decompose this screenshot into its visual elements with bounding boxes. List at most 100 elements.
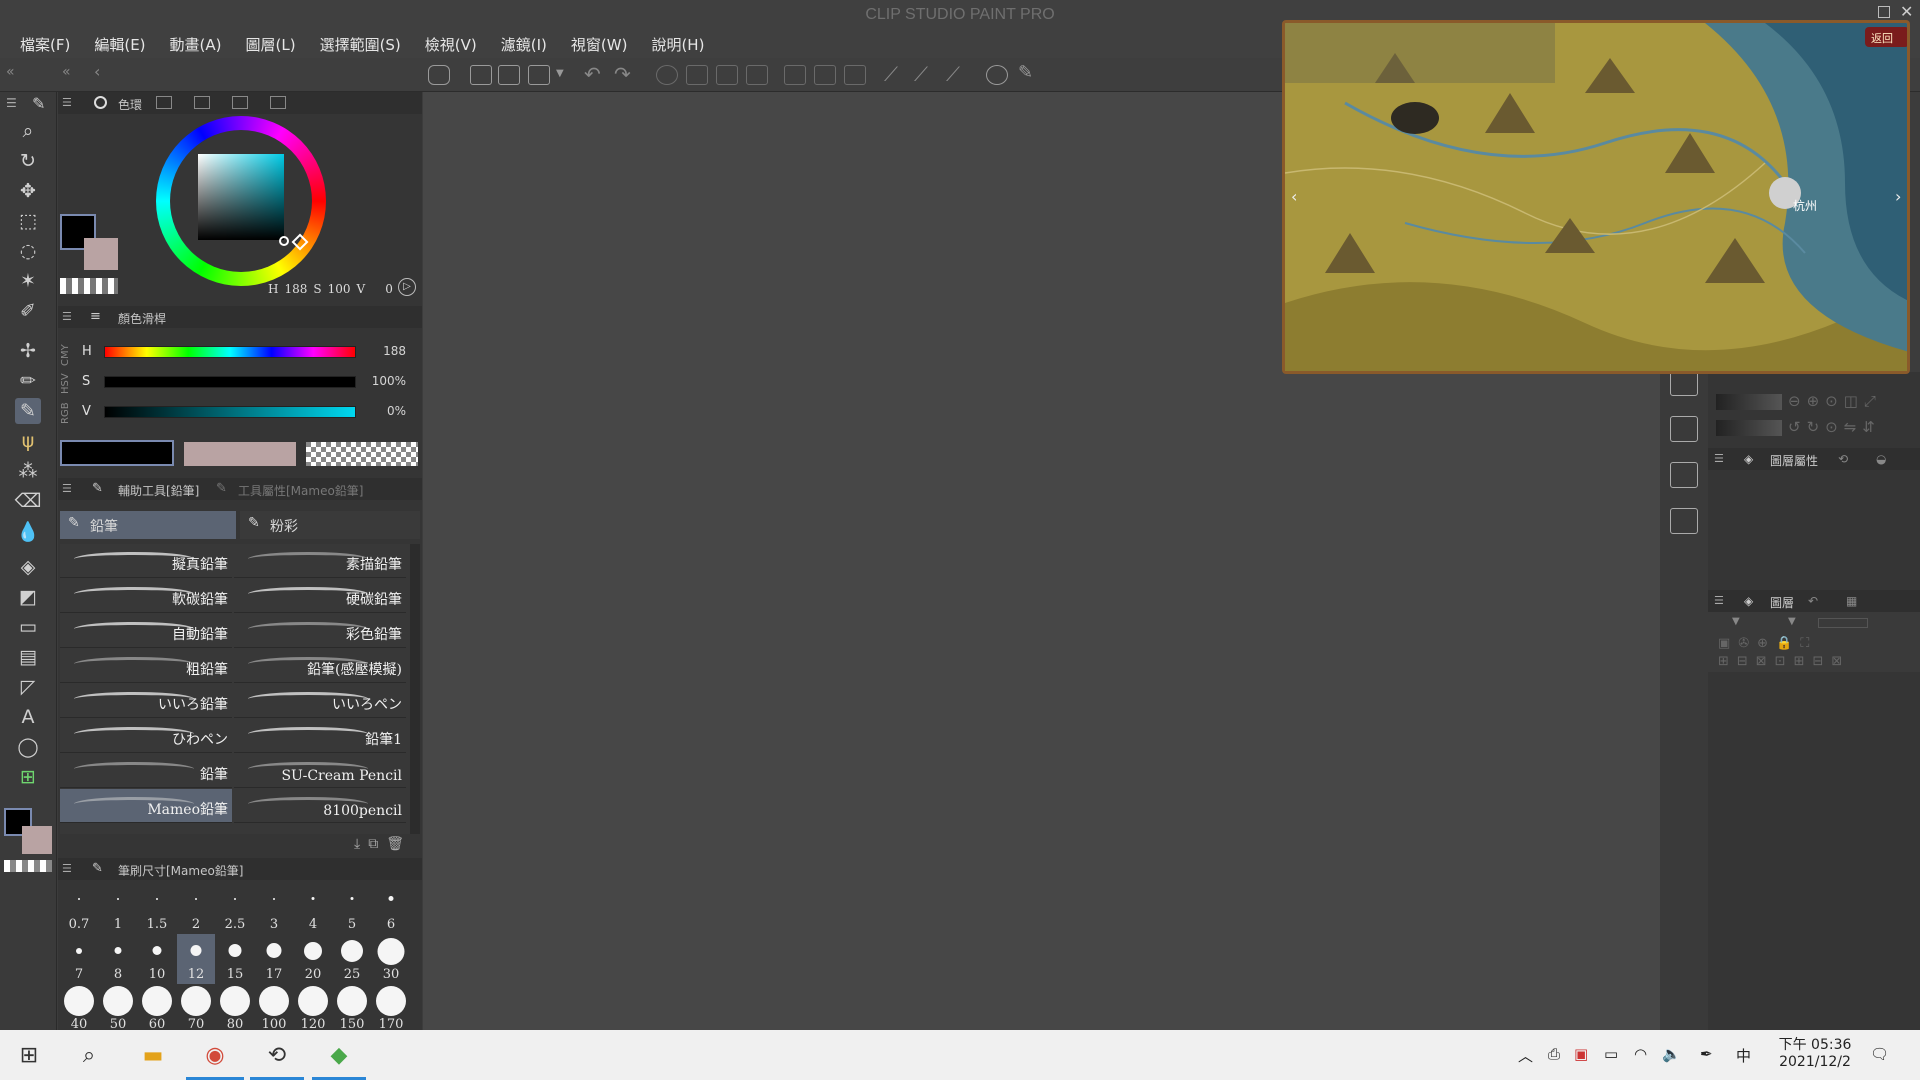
correct-line-icon[interactable]: ⊞ xyxy=(15,764,41,790)
menu-filter[interactable]: 濾鏡(I) xyxy=(489,34,559,55)
size-option[interactable]: 3 xyxy=(255,884,293,934)
brush-icon[interactable]: ψ xyxy=(15,428,41,454)
size-option[interactable]: 2 xyxy=(177,884,215,934)
fill-tool-icon[interactable]: ◈ xyxy=(15,554,41,580)
tab-hsv[interactable]: HSV xyxy=(60,374,76,395)
clip-studio-taskbar-icon[interactable]: ⟲ xyxy=(260,1038,294,1072)
panel-menu-icon[interactable]: ☰ xyxy=(1714,594,1724,607)
sub-tool-tab[interactable]: 輔助工具[鉛筆] xyxy=(118,482,199,499)
layer-tab[interactable]: 圖層 xyxy=(1770,594,1794,611)
brush-item[interactable]: SU-Cream Pencil xyxy=(234,754,406,788)
chevron-down-icon[interactable]: ▼ xyxy=(1788,616,1796,627)
color-wheel-tab[interactable]: 色環 xyxy=(118,96,142,113)
frame-border-icon[interactable]: ▤ xyxy=(15,644,41,670)
chrome-icon[interactable]: ◉ xyxy=(198,1038,232,1072)
size-option[interactable]: 100 xyxy=(255,984,293,1034)
tab-cmy[interactable]: CMY xyxy=(60,344,76,366)
size-option[interactable]: 40 xyxy=(60,984,98,1034)
snap-ruler-icon[interactable]: ⟋ xyxy=(884,62,898,86)
intermediate-color-tab-icon[interactable] xyxy=(194,96,210,109)
airbrush-icon[interactable]: ⁂ xyxy=(15,458,41,484)
menu-animation[interactable]: 動畫(A) xyxy=(158,34,234,55)
game-overlay-window[interactable]: 杭州 返回 ‹ › xyxy=(1282,20,1910,374)
hue-slider[interactable] xyxy=(104,346,356,358)
object-select-icon[interactable]: ⬚ xyxy=(15,208,41,234)
tool-property-tab[interactable]: 工具屬性[Mameo鉛筆] xyxy=(238,482,364,499)
brush-item[interactable]: 素描鉛筆 xyxy=(234,544,406,578)
brush-item-selected[interactable]: Mameo鉛筆 xyxy=(60,789,232,823)
menu-edit[interactable]: 編輯(E) xyxy=(82,34,157,55)
menu-file[interactable]: 檔案(F) xyxy=(8,34,82,55)
duplicate-icon[interactable]: ⧉ xyxy=(368,836,378,852)
size-option[interactable]: 170 xyxy=(372,984,410,1034)
size-option[interactable]: 120 xyxy=(294,984,332,1034)
size-option[interactable]: 20 xyxy=(294,934,332,984)
saturation-slider[interactable] xyxy=(104,376,356,388)
brush-item[interactable]: ひわペン xyxy=(60,719,232,753)
eraser-icon[interactable]: ⌫ xyxy=(15,488,42,514)
brush-item[interactable]: 鉛筆1 xyxy=(234,719,406,753)
bluestacks-icon[interactable]: ◆ xyxy=(322,1038,356,1072)
undo-icon[interactable]: ↶ xyxy=(584,62,601,86)
approximate-color-tab-icon[interactable] xyxy=(232,96,248,109)
material-icon[interactable] xyxy=(1670,508,1698,534)
size-option[interactable]: 50 xyxy=(99,984,137,1034)
windows-start-icon[interactable]: ⊞ xyxy=(12,1038,46,1072)
chevron-down-icon[interactable]: ▼ xyxy=(1732,616,1740,627)
snap-special-ruler-icon[interactable]: ⟋ xyxy=(914,62,928,86)
play-icon[interactable]: ▷ xyxy=(398,278,416,296)
ime-indicator[interactable]: 中 xyxy=(1736,1045,1751,1066)
rotate-controls[interactable]: ↺↻⊙⇋⇵ xyxy=(1788,418,1881,436)
item-bank-icon[interactable] xyxy=(1670,462,1698,488)
marker-icon[interactable]: ✏ xyxy=(15,368,41,394)
magic-wand-icon[interactable]: ✶ xyxy=(15,268,41,294)
gradient-icon[interactable]: ◩ xyxy=(15,584,41,610)
brush-item[interactable]: いいろ鉛筆 xyxy=(60,684,232,718)
close-icon[interactable]: ✕ xyxy=(1900,2,1913,21)
menu-icon[interactable]: ☰ xyxy=(6,96,17,110)
wifi-icon[interactable]: ◠ xyxy=(1634,1045,1647,1063)
balloon-icon[interactable]: ◯ xyxy=(15,734,41,760)
eyedropper-icon[interactable]: ✐ xyxy=(15,298,41,324)
clip-studio-icon[interactable] xyxy=(428,65,450,85)
arrow-left-icon[interactable]: ‹ xyxy=(94,62,100,81)
chevron-left-icon[interactable]: ‹ xyxy=(1291,187,1297,206)
deselect-icon[interactable] xyxy=(784,65,806,85)
brush-item[interactable]: 8100pencil xyxy=(234,789,406,823)
size-option[interactable]: 60 xyxy=(138,984,176,1034)
saturation-value-square[interactable] xyxy=(198,154,284,240)
brush-item[interactable]: 粗鉛筆 xyxy=(60,649,232,683)
size-option[interactable]: 7 xyxy=(60,934,98,984)
slider-transparent-color[interactable] xyxy=(306,442,418,466)
navigator-rotate-slider[interactable] xyxy=(1716,420,1782,436)
brush-list-scrollbar[interactable] xyxy=(410,544,420,834)
fill-icon[interactable] xyxy=(686,65,708,85)
pen-settings-icon[interactable]: ✎ xyxy=(1018,62,1033,83)
color-history-tab-icon[interactable] xyxy=(270,96,286,109)
size-option[interactable]: 17 xyxy=(255,934,293,984)
snap-grid-icon[interactable]: ⟋ xyxy=(946,62,960,86)
brush-item[interactable]: 彩色鉛筆 xyxy=(234,614,406,648)
show-selection-icon[interactable] xyxy=(844,65,866,85)
size-option[interactable]: 6 xyxy=(372,884,410,934)
group-pastel[interactable]: ✎ 粉彩 xyxy=(240,511,420,539)
notification-icon[interactable]: 🗨 xyxy=(1870,1045,1889,1063)
size-option[interactable]: 1 xyxy=(99,884,137,934)
size-option[interactable]: 8 xyxy=(99,934,137,984)
help-icon[interactable] xyxy=(986,65,1008,85)
brush-item[interactable]: 自動鉛筆 xyxy=(60,614,232,648)
layer-lock-icons[interactable]: ▣✇⊕🔒⛶ xyxy=(1718,636,1817,651)
sub-view-icon[interactable] xyxy=(1670,416,1698,442)
tab-rgb[interactable]: RGB xyxy=(60,402,76,424)
color-wheel-tab-icon[interactable] xyxy=(94,96,107,109)
menu-layer[interactable]: 圖層(L) xyxy=(234,34,308,55)
auto-action-icon[interactable]: ▦ xyxy=(1846,594,1857,608)
clock[interactable]: 下午 05:36 2021/12/2 xyxy=(1768,1034,1862,1070)
size-option[interactable]: 70 xyxy=(177,984,215,1034)
trash-icon[interactable]: 🗑 xyxy=(386,836,404,852)
zoom-controls[interactable]: ⊖⊕⊙◫⤢ xyxy=(1788,392,1882,410)
figure-icon[interactable]: ▭ xyxy=(15,614,41,640)
chevron-right-icon[interactable]: › xyxy=(1895,187,1901,206)
menu-view[interactable]: 檢視(V) xyxy=(413,34,489,55)
size-option[interactable]: 5 xyxy=(333,884,371,934)
